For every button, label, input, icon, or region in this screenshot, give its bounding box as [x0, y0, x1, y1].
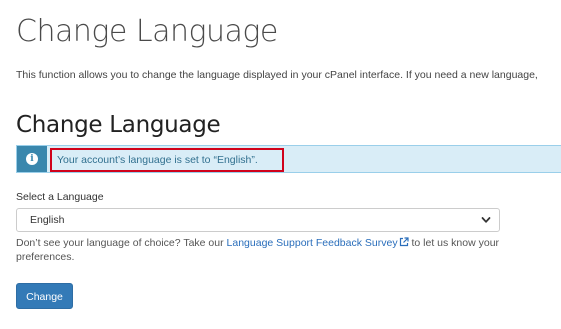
feedback-survey-link[interactable]: Language Support Feedback Survey	[227, 237, 409, 249]
help-prefix: Don’t see your language of choice? Take …	[16, 237, 227, 249]
select-language-label: Select a Language	[16, 191, 104, 203]
section-heading: Change Language	[16, 112, 221, 138]
info-icon: i	[26, 153, 38, 165]
page-title: Change Language	[16, 14, 278, 49]
change-button[interactable]: Change	[16, 283, 73, 309]
info-alert: i Your account’s language is set to “Eng…	[16, 145, 561, 173]
help-text: Don’t see your language of choice? Take …	[16, 236, 516, 264]
external-link-icon	[399, 237, 409, 247]
language-select[interactable]: English	[16, 208, 500, 232]
selected-language: English	[30, 214, 65, 226]
change-language-page: Change Language This function allows you…	[0, 0, 561, 329]
alert-message: Your account’s language is set to “Engli…	[50, 148, 284, 172]
chevron-down-icon	[481, 217, 491, 223]
page-description: This function allows you to change the l…	[16, 69, 538, 81]
alert-icon-box: i	[17, 146, 47, 172]
feedback-survey-link-label: Language Support Feedback Survey	[226, 237, 398, 249]
